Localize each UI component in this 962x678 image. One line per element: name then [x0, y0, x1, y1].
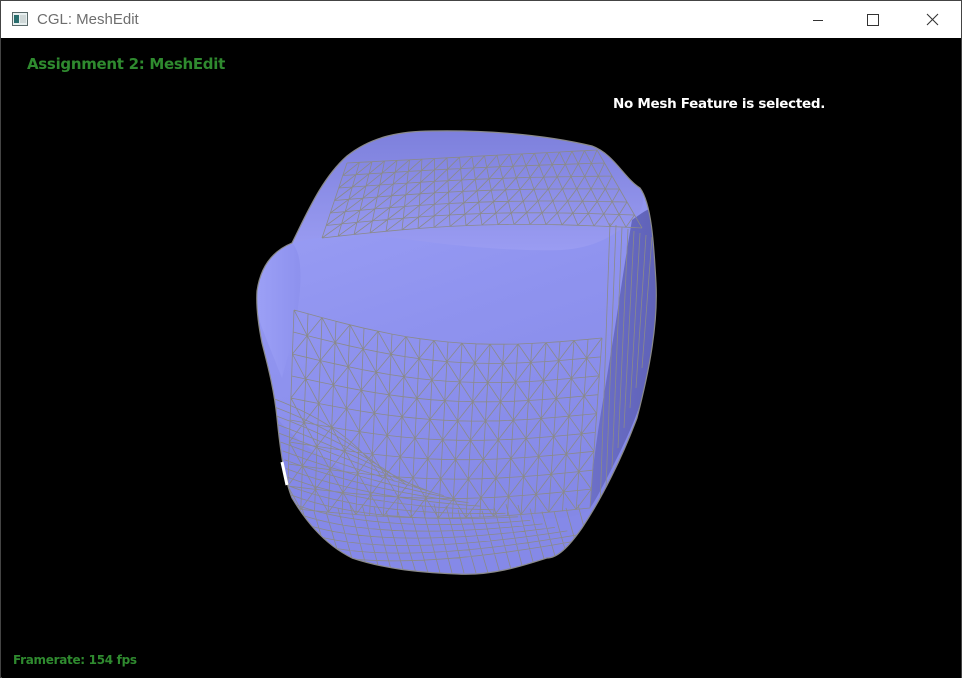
app-window-icon: [12, 12, 28, 26]
mesh-render[interactable]: [2, 38, 961, 678]
close-button[interactable]: [909, 1, 955, 38]
app-window: CGL: MeshEdit Assignment 2: MeshEdit No …: [0, 0, 962, 678]
close-icon: [926, 13, 938, 26]
window-title: CGL: MeshEdit: [37, 11, 139, 28]
title-bar[interactable]: CGL: MeshEdit: [1, 1, 961, 38]
minimize-button[interactable]: [795, 1, 841, 38]
maximize-button[interactable]: [850, 1, 896, 38]
maximize-icon: [867, 13, 879, 26]
render-viewport[interactable]: Assignment 2: MeshEdit No Mesh Feature i…: [2, 38, 961, 678]
minimize-icon: [813, 19, 823, 21]
assignment-title: Assignment 2: MeshEdit: [27, 55, 225, 73]
framerate-readout: Framerate: 154 fps: [13, 653, 137, 667]
mesh-object: [256, 130, 657, 575]
selection-status: No Mesh Feature is selected.: [613, 96, 826, 112]
